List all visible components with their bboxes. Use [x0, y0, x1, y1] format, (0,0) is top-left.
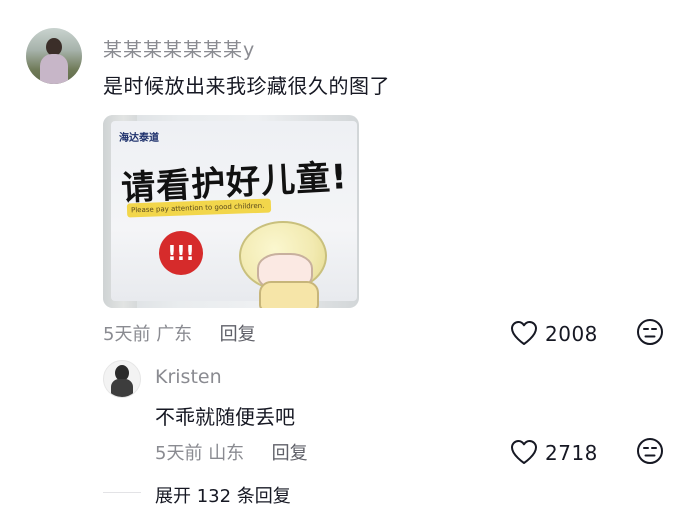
reply-location: 山东 [208, 443, 245, 464]
comment-avatar[interactable] [26, 28, 82, 84]
heart-outline-icon [511, 440, 537, 464]
poster-mascot-body [259, 281, 319, 308]
comment-like-count: 2008 [545, 322, 598, 346]
reply-like-count: 2718 [545, 441, 598, 465]
comment-text: 是时候放出来我珍藏很久的图了 [103, 74, 390, 98]
comment-like-button[interactable] [509, 319, 539, 347]
reply-avatar[interactable] [103, 360, 141, 398]
poster-brand: 海达泰道 [119, 133, 159, 144]
comment-time: 5天前 [103, 324, 151, 345]
comment-location: 广东 [156, 324, 193, 345]
reply-text: 不乖就随便丢吧 [155, 405, 295, 429]
reply-like-button[interactable] [509, 438, 539, 466]
comment-reply-button[interactable]: 回复 [220, 324, 256, 345]
reply-username[interactable]: Kristen [155, 366, 222, 388]
reply-meta: 5天前 山东 回复 [155, 439, 308, 465]
avatar-person-body [40, 54, 68, 84]
comment-username[interactable]: 某某某某某某某y [103, 35, 255, 62]
expand-divider [103, 492, 141, 493]
image-poster: 海达泰道 请看护好儿童! Please pay attention to goo… [111, 121, 357, 308]
heart-outline-icon [511, 321, 537, 345]
dislike-face-icon [637, 438, 663, 464]
poster-warning-badge: !!! [159, 231, 203, 275]
comment-meta: 5天前 广东 回复 [103, 320, 256, 346]
reply-time: 5天前 [155, 443, 203, 464]
reply-avatar-body [111, 379, 133, 397]
expand-replies-button[interactable]: 展开 132 条回复 [155, 482, 291, 508]
reply-dislike-button[interactable] [636, 437, 664, 465]
dislike-face-icon [637, 319, 663, 345]
comment-image[interactable]: 海达泰道 请看护好儿童! Please pay attention to goo… [103, 115, 359, 308]
reply-reply-button[interactable]: 回复 [272, 443, 308, 464]
comment-dislike-button[interactable] [636, 318, 664, 346]
